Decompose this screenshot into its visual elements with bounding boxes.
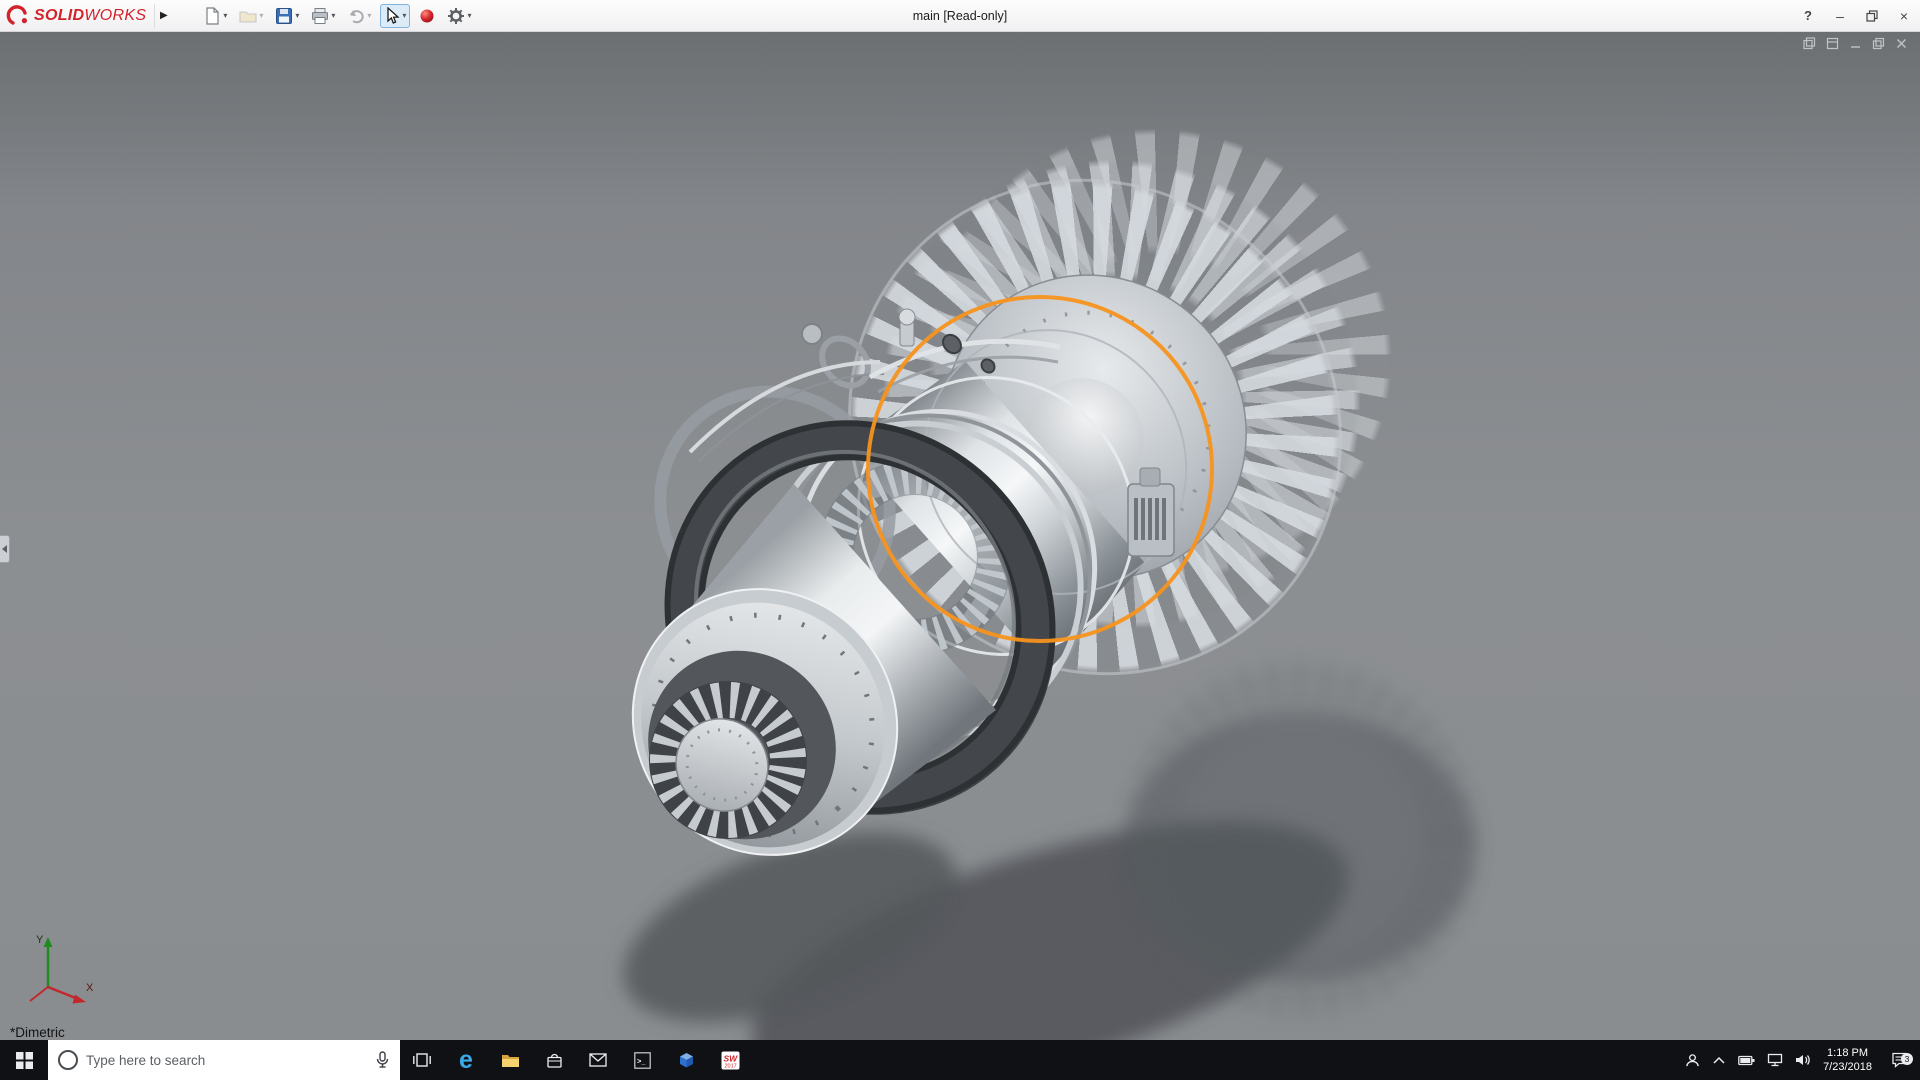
- taskbar-app-edge[interactable]: e: [444, 1040, 488, 1080]
- taskbar-clock[interactable]: 1:18 PM 7/23/2018: [1823, 1046, 1872, 1075]
- save-floppy-icon: [275, 7, 293, 25]
- command-prompt-icon: >_: [634, 1052, 651, 1069]
- graphics-viewport[interactable]: Y X *Dimetric: [0, 32, 1920, 1040]
- new-document-button[interactable]: ▾: [200, 5, 230, 27]
- doc-minimize-icon[interactable]: [1849, 37, 1862, 50]
- window-controls: ? – ×: [1792, 1, 1920, 31]
- taskbar-app-command-prompt[interactable]: >_: [620, 1040, 664, 1080]
- solidworks-app-icon: SW 2017: [721, 1051, 740, 1070]
- battery-icon[interactable]: [1738, 1054, 1755, 1067]
- triad-y-label: Y: [36, 934, 44, 946]
- dropdown-arrow-icon[interactable]: ▾: [467, 11, 471, 20]
- taskbar-app-solidworks[interactable]: SW 2017: [708, 1040, 752, 1080]
- appearance-button[interactable]: [416, 6, 438, 26]
- open-button[interactable]: ▾: [236, 5, 266, 27]
- dassault-logo-icon: [6, 4, 30, 28]
- mail-icon: [589, 1053, 607, 1067]
- document-window-controls: [1803, 37, 1908, 50]
- taskbar-app-store[interactable]: [532, 1040, 576, 1080]
- notification-badge: 3: [1901, 1053, 1913, 1065]
- orientation-triad: Y X: [16, 929, 96, 1014]
- svg-text:2017: 2017: [724, 1063, 736, 1069]
- restore-icon: [1866, 10, 1878, 22]
- tile-window-icon[interactable]: [1826, 37, 1839, 50]
- doc-close-icon[interactable]: [1895, 37, 1908, 50]
- appearance-sphere-icon: [419, 8, 435, 24]
- help-button[interactable]: ?: [1792, 1, 1824, 31]
- view-orientation-label: *Dimetric: [10, 1025, 65, 1040]
- quick-access-toolbar: ▾ ▾ ▾ ▾: [200, 4, 474, 28]
- store-bag-icon: [546, 1052, 563, 1069]
- action-center-button[interactable]: 3: [1884, 1052, 1914, 1068]
- windows-logo-icon: [16, 1052, 33, 1069]
- printer-icon: [311, 7, 329, 25]
- engine-model: [0, 32, 1920, 1040]
- document-title: main [Read-only]: [913, 9, 1008, 23]
- dropdown-arrow-icon[interactable]: ▾: [295, 11, 299, 20]
- file-explorer-icon: [501, 1052, 520, 1068]
- undo-arrow-icon: [347, 7, 365, 25]
- volume-icon[interactable]: [1795, 1053, 1811, 1067]
- people-icon[interactable]: [1685, 1053, 1700, 1068]
- microphone-icon[interactable]: [375, 1051, 390, 1069]
- start-button[interactable]: [0, 1040, 48, 1080]
- minimize-button[interactable]: –: [1824, 1, 1856, 31]
- print-button[interactable]: ▾: [308, 5, 338, 27]
- title-bar: SOLIDWORKS ▶ ▾ ▾ ▾: [0, 0, 1920, 32]
- system-tray: 1:18 PM 7/23/2018 3: [1685, 1040, 1920, 1080]
- save-button[interactable]: ▾: [272, 5, 302, 27]
- chevron-left-icon: [2, 545, 7, 553]
- edge-icon: e: [459, 1048, 473, 1073]
- new-document-icon: [203, 7, 221, 25]
- select-tool-button[interactable]: ▾: [380, 4, 410, 28]
- dropdown-arrow-icon[interactable]: ▾: [331, 11, 335, 20]
- dropdown-arrow-icon[interactable]: ▾: [402, 11, 406, 20]
- svg-text:SW: SW: [723, 1053, 738, 1063]
- search-input[interactable]: [86, 1053, 367, 1068]
- undo-button[interactable]: ▾: [344, 5, 374, 27]
- options-button[interactable]: ▾: [444, 5, 474, 27]
- open-folder-icon: [239, 7, 257, 25]
- taskbar-app-mail[interactable]: [576, 1040, 620, 1080]
- restore-button[interactable]: [1856, 1, 1888, 31]
- windows-taskbar: e >_ SW: [0, 1040, 1920, 1080]
- dropdown-arrow-icon[interactable]: ▾: [259, 11, 263, 20]
- gear-icon: [447, 7, 465, 25]
- toolbar-flyout-button[interactable]: ▶: [154, 4, 172, 28]
- taskbar-search[interactable]: [48, 1040, 400, 1080]
- close-button[interactable]: ×: [1888, 1, 1920, 31]
- clock-time: 1:18 PM: [1823, 1046, 1872, 1060]
- taskbar-app-3d-viewer[interactable]: [664, 1040, 708, 1080]
- new-window-icon[interactable]: [1803, 37, 1816, 50]
- select-cursor-icon: [384, 7, 400, 25]
- task-view-icon: [413, 1052, 431, 1068]
- task-view-button[interactable]: [400, 1040, 444, 1080]
- taskbar-app-file-explorer[interactable]: [488, 1040, 532, 1080]
- svg-text:>_: >_: [637, 1056, 646, 1065]
- cube-icon: [678, 1052, 695, 1069]
- feature-tree-expand-tab[interactable]: [0, 535, 10, 563]
- solidworks-logo: SOLIDWORKS: [0, 4, 154, 28]
- doc-restore-icon[interactable]: [1872, 37, 1885, 50]
- dropdown-arrow-icon[interactable]: ▾: [223, 11, 227, 20]
- chevron-up-icon[interactable]: [1712, 1055, 1726, 1065]
- dropdown-arrow-icon[interactable]: ▾: [367, 11, 371, 20]
- cortana-icon[interactable]: [58, 1050, 78, 1070]
- clock-date: 7/23/2018: [1823, 1060, 1872, 1074]
- network-icon[interactable]: [1767, 1053, 1783, 1067]
- triad-x-label: X: [86, 982, 94, 994]
- brand-text: SOLIDWORKS: [34, 7, 146, 25]
